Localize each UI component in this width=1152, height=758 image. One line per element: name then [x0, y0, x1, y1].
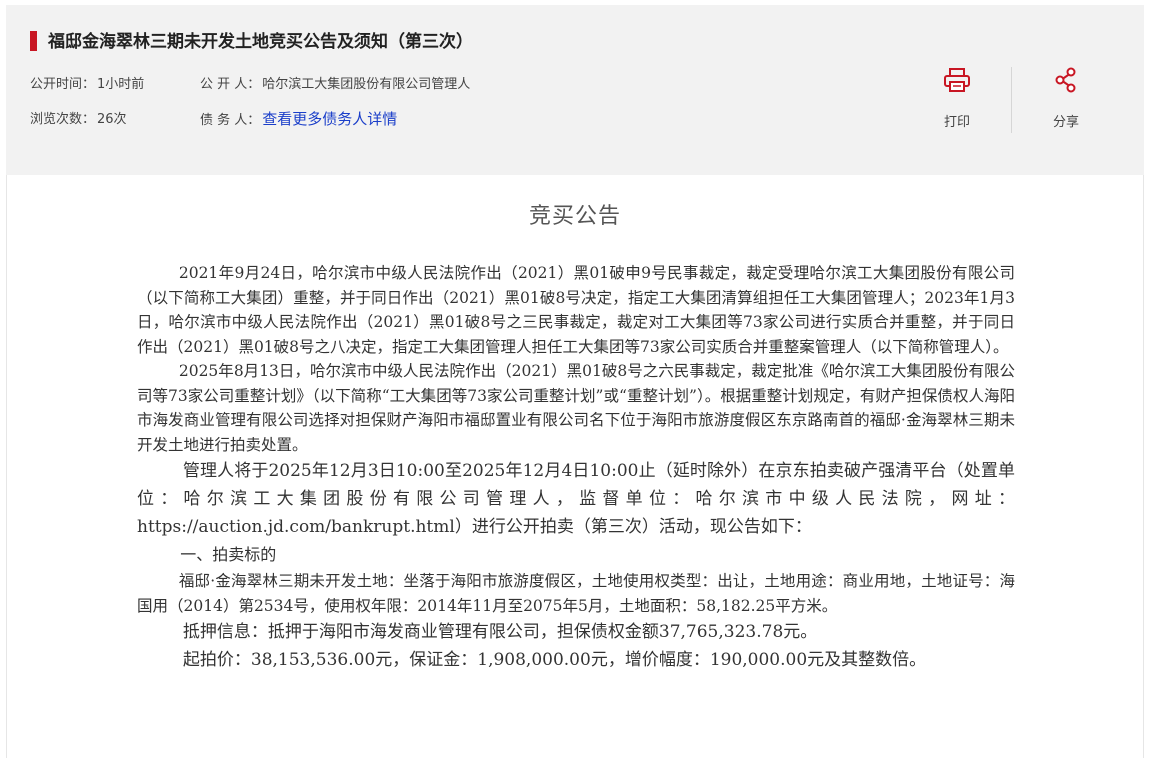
publish-time-value: 1小时前	[97, 77, 145, 92]
paragraph-court-ruling: 2021年9月24日，哈尔滨市中级人民法院作出（2021）黑01破申9号民事裁定…	[137, 264, 1015, 356]
share-icon	[1055, 67, 1076, 93]
print-button[interactable]: 打印	[927, 67, 987, 130]
debtor-label: 债 务 人：	[200, 113, 261, 128]
section-heading-auction-object: 一、拍卖标的	[180, 545, 277, 564]
document-title: 竞买公告	[528, 204, 621, 229]
debtor: 债 务 人： 查看更多债务人详情	[200, 110, 397, 130]
share-button[interactable]: 分享	[1036, 67, 1096, 130]
publisher-value: 哈尔滨工大集团股份有限公司管理人	[262, 77, 471, 92]
paragraph-mortgage-info: 抵押信息：抵押于海阳市海发商业管理有限公司，担保债权金额37,765,323.7…	[182, 622, 818, 642]
publisher: 公 开 人： 哈尔滨工大集团股份有限公司管理人	[200, 76, 470, 94]
paragraph-auction-schedule: 管理人将于2025年12月3日10:00至2025年12月4日10:00止（延时…	[137, 461, 1015, 537]
view-count: 浏览次数： 26次	[30, 111, 127, 129]
printer-icon	[944, 68, 970, 92]
paragraph-reorganization-plan: 2025年8月13日，哈尔滨市中级人民法院作出（2021）黑01破8号之六民事裁…	[137, 362, 1015, 454]
views-label: 浏览次数：	[30, 112, 96, 127]
document-body: 2021年9月24日，哈尔滨市中级人民法院作出（2021）黑01破申9号民事裁定…	[137, 261, 1015, 674]
debtor-details-link[interactable]: 查看更多债务人详情	[262, 110, 397, 128]
toolbar-divider	[1011, 67, 1012, 133]
publisher-label: 公 开 人：	[200, 77, 261, 92]
print-label: 打印	[943, 115, 970, 130]
paragraph-starting-price: 起拍价：38,153,536.00元，保证金：1,908,000.00元，增价幅…	[182, 650, 927, 670]
share-label: 分享	[1052, 115, 1079, 130]
notice-content: 竞买公告 2021年9月24日，哈尔滨市中级人民法院作出（2021）黑01破申9…	[6, 175, 1144, 758]
views-value: 26次	[97, 112, 127, 127]
publish-time: 公开时间： 1小时前	[30, 76, 144, 94]
page-title: 福邸金海翠林三期未开发土地竞买公告及须知（第三次）	[48, 32, 473, 52]
notice-header: 福邸金海翠林三期未开发土地竞买公告及须知（第三次） 公开时间： 1小时前 公 开 …	[6, 5, 1144, 175]
publish-time-label: 公开时间：	[30, 77, 96, 92]
paragraph-land-description: 福邸·金海翠林三期未开发土地：坐落于海阳市旅游度假区，土地使用权类型：出让，土地…	[137, 572, 1015, 615]
title-accent-bar	[30, 31, 37, 51]
